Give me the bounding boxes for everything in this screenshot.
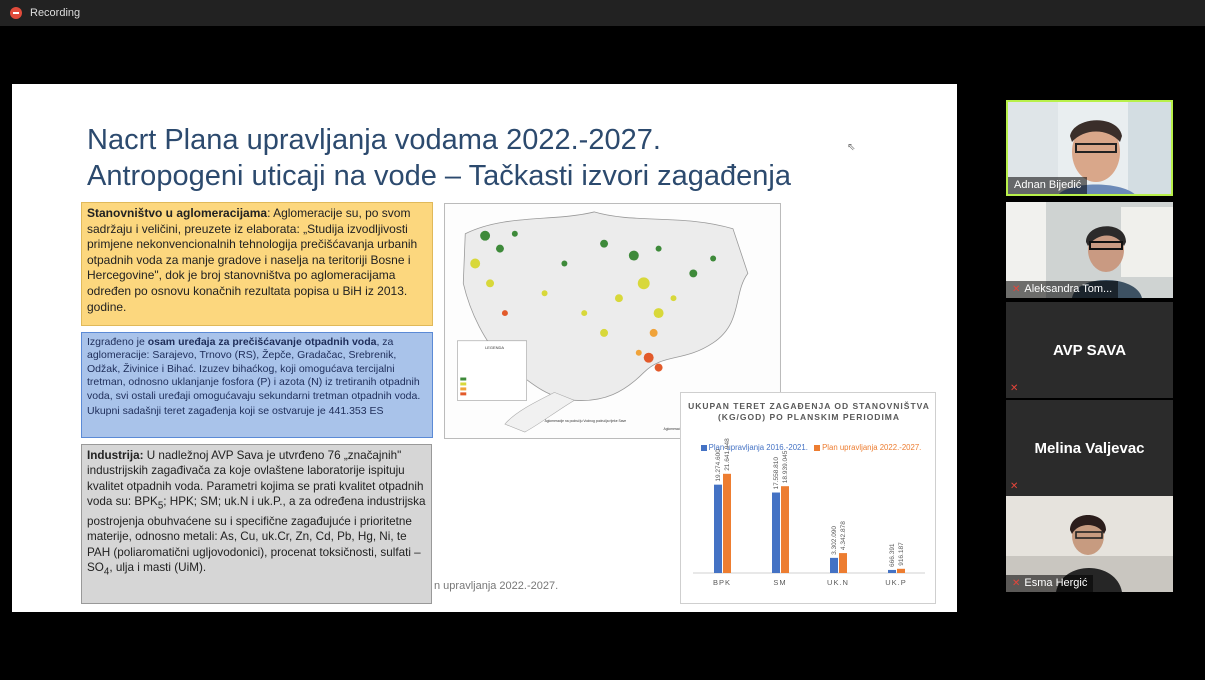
shared-screen-slide: Nacrt Plana upravljanja vodama 2022.-202… xyxy=(12,84,957,612)
recording-icon xyxy=(10,7,22,19)
population-textbox: Stanovništvo u aglomeracijama: Aglomerac… xyxy=(81,202,433,326)
chart-category-label: UK.P xyxy=(885,578,907,587)
chart-category-label: UK.N xyxy=(827,578,849,587)
chart-bar xyxy=(781,486,789,573)
treatment-heading: osam uređaja za prečišćavanje otpadnih v… xyxy=(147,336,377,348)
chart-data-label: 21.641.948 xyxy=(724,438,731,471)
slide-title-line2: Antropogeni uticaji na vode – Tačkasti i… xyxy=(87,160,791,192)
map-legend-title: LEGENDA xyxy=(485,345,504,350)
mic-muted-icon: ✕ xyxy=(1012,283,1021,295)
chart-category-label: SM xyxy=(773,578,786,587)
slide-title: Nacrt Plana upravljanja vodama 2022.-202… xyxy=(87,122,791,194)
mouse-cursor-icon: ⇖ xyxy=(847,142,856,153)
industry-textbox: Industrija: U nadležnoj AVP Sava je utvr… xyxy=(81,444,432,604)
treatment-plants-textbox: Izgrađeno je osam uređaja za prečišćavan… xyxy=(81,332,433,438)
participant-tile-aleksandra[interactable]: ✕ Aleksandra Tom... xyxy=(1006,202,1173,298)
treatment-prefix: Izgrađeno je xyxy=(87,336,148,348)
participant-tile-esma[interactable]: ✕ Esma Hergić xyxy=(1006,496,1173,592)
participant-name: Melina Valjevac xyxy=(1034,440,1145,457)
chart-bar xyxy=(888,569,896,573)
population-text: : Aglomeracije su, po svom sadržaju i ve… xyxy=(87,206,418,314)
total-load-text: Ukupni sadašnji teret zagađenja koji se … xyxy=(87,405,384,418)
industry-heading: Industrija: xyxy=(87,449,144,462)
participant-name: Aleksandra Tom... xyxy=(1024,283,1113,295)
chart-bar xyxy=(772,492,780,573)
participant-name-tag: ✕ Esma Hergić xyxy=(1006,575,1094,592)
participant-tile-melina[interactable]: Melina Valjevac ✕ xyxy=(1006,400,1173,496)
chart-data-label: 4.342.878 xyxy=(840,521,847,550)
chart-plot: 19.274.600 21.641.948 BPK 17.558.810 18.939.… xyxy=(693,438,925,587)
participant-name: Adnan Bijedić xyxy=(1014,179,1082,191)
chart-bar xyxy=(830,557,838,573)
chart-bar xyxy=(714,484,722,573)
mic-muted-icon: ✕ xyxy=(1010,481,1019,492)
recording-bar: Recording xyxy=(0,0,1205,26)
chart-bar xyxy=(723,473,731,573)
slide-footer: n upravljanja 2022.-2027. xyxy=(434,580,559,592)
chart-data-label: 666.391 xyxy=(889,543,896,567)
population-heading: Stanovništvo u aglomeracijama xyxy=(87,206,268,220)
participant-name: AVP SAVA xyxy=(1052,342,1127,359)
mic-muted-icon: ✕ xyxy=(1010,383,1019,394)
recording-label: Recording xyxy=(30,7,81,19)
chart-data-label: 916.187 xyxy=(898,542,905,566)
chart-bar xyxy=(897,568,905,573)
chart-data-label: 19.274.600 xyxy=(715,449,722,482)
chart-data-label: 18.939.045 xyxy=(782,450,789,483)
map-caption-left: Aglomeracije na području Vodnog područja… xyxy=(545,419,627,423)
participant-tile-avp-sava[interactable]: AVP SAVA ✕ xyxy=(1006,302,1173,398)
slide-title-line1: Nacrt Plana upravljanja vodama 2022.-202… xyxy=(87,124,661,156)
chart-bar xyxy=(839,553,847,573)
mic-muted-icon: ✕ xyxy=(1012,577,1021,589)
chart-category-label: BPK xyxy=(713,578,731,587)
participant-tile-adnan[interactable]: Adnan Bijedić xyxy=(1006,100,1173,196)
pollution-load-chart: UKUPAN TERET ZAGAĐENJA OD STANOVNIŠTVA (… xyxy=(680,392,936,604)
participant-name-tag: ✕ Aleksandra Tom... xyxy=(1006,281,1119,298)
participant-name: Esma Hergić xyxy=(1024,577,1088,589)
chart-data-label: 17.558.810 xyxy=(773,457,780,490)
industry-text-c: , ulja i masti (UiM). xyxy=(109,561,207,575)
participant-name-tag: Adnan Bijedić xyxy=(1008,177,1088,194)
chart-data-label: 3.302.090 xyxy=(831,526,838,555)
